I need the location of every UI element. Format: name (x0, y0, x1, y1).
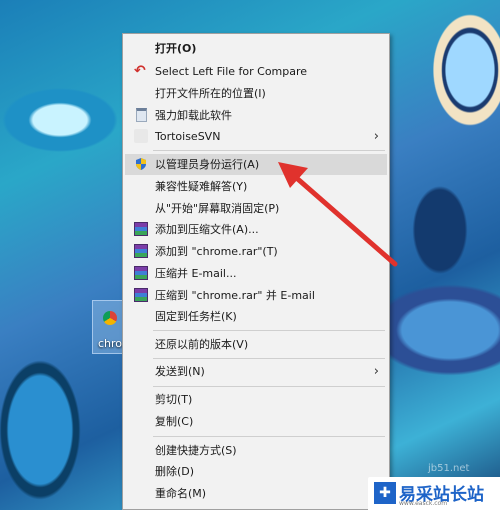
site-logo-icon: ✚ (374, 482, 396, 504)
undo-arrow-icon: ↶ (134, 63, 146, 79)
winrar-icon (134, 266, 148, 280)
menu-item-select-left-file[interactable]: ↶ Select Left File for Compare (125, 61, 387, 82)
winrar-icon (134, 244, 148, 258)
menu-separator (153, 386, 385, 387)
menu-item-copy[interactable]: 复制(C) (125, 411, 387, 432)
menu-item-send-to[interactable]: 发送到(N) › (125, 361, 387, 382)
menu-separator (153, 150, 385, 151)
menu-separator (153, 436, 385, 437)
annotation-arrow-icon (278, 162, 398, 267)
uac-shield-icon (134, 157, 148, 171)
menu-item-delete[interactable]: 删除(D) (125, 461, 387, 482)
winrar-icon (134, 288, 148, 302)
menu-item-compress-chrome-email[interactable]: 压缩到 "chrome.rar" 并 E-mail (125, 285, 387, 306)
menu-item-open-file-location[interactable]: 打开文件所在的位置(I) (125, 83, 387, 104)
menu-separator (153, 330, 385, 331)
winrar-icon (134, 222, 148, 236)
menu-item-force-uninstall[interactable]: 强力卸载此软件 (125, 105, 387, 126)
menu-item-rename[interactable]: 重命名(M) (125, 483, 387, 504)
menu-item-open[interactable]: 打开(O) (125, 38, 387, 59)
watermark-subtext: www.easck.com (399, 500, 448, 507)
context-menu: 打开(O) ↶ Select Left File for Compare 打开文… (122, 33, 390, 510)
menu-item-tortoisesvn[interactable]: TortoiseSVN › (125, 126, 387, 147)
tortoisesvn-icon (134, 129, 148, 143)
menu-item-restore-versions[interactable]: 还原以前的版本(V) (125, 334, 387, 355)
chrome-icon (103, 311, 117, 325)
menu-item-cut[interactable]: 剪切(T) (125, 389, 387, 410)
recycle-bin-icon (136, 108, 147, 122)
menu-item-pin-taskbar[interactable]: 固定到任务栏(K) (125, 306, 387, 327)
submenu-arrow-icon: › (373, 364, 379, 379)
watermark-faint-text: jb51.net (428, 463, 470, 474)
submenu-arrow-icon: › (373, 129, 379, 144)
site-watermark: ✚ 易采站长站 www.easck.com (368, 477, 500, 510)
menu-item-create-shortcut[interactable]: 创建快捷方式(S) (125, 440, 387, 461)
menu-separator (153, 358, 385, 359)
